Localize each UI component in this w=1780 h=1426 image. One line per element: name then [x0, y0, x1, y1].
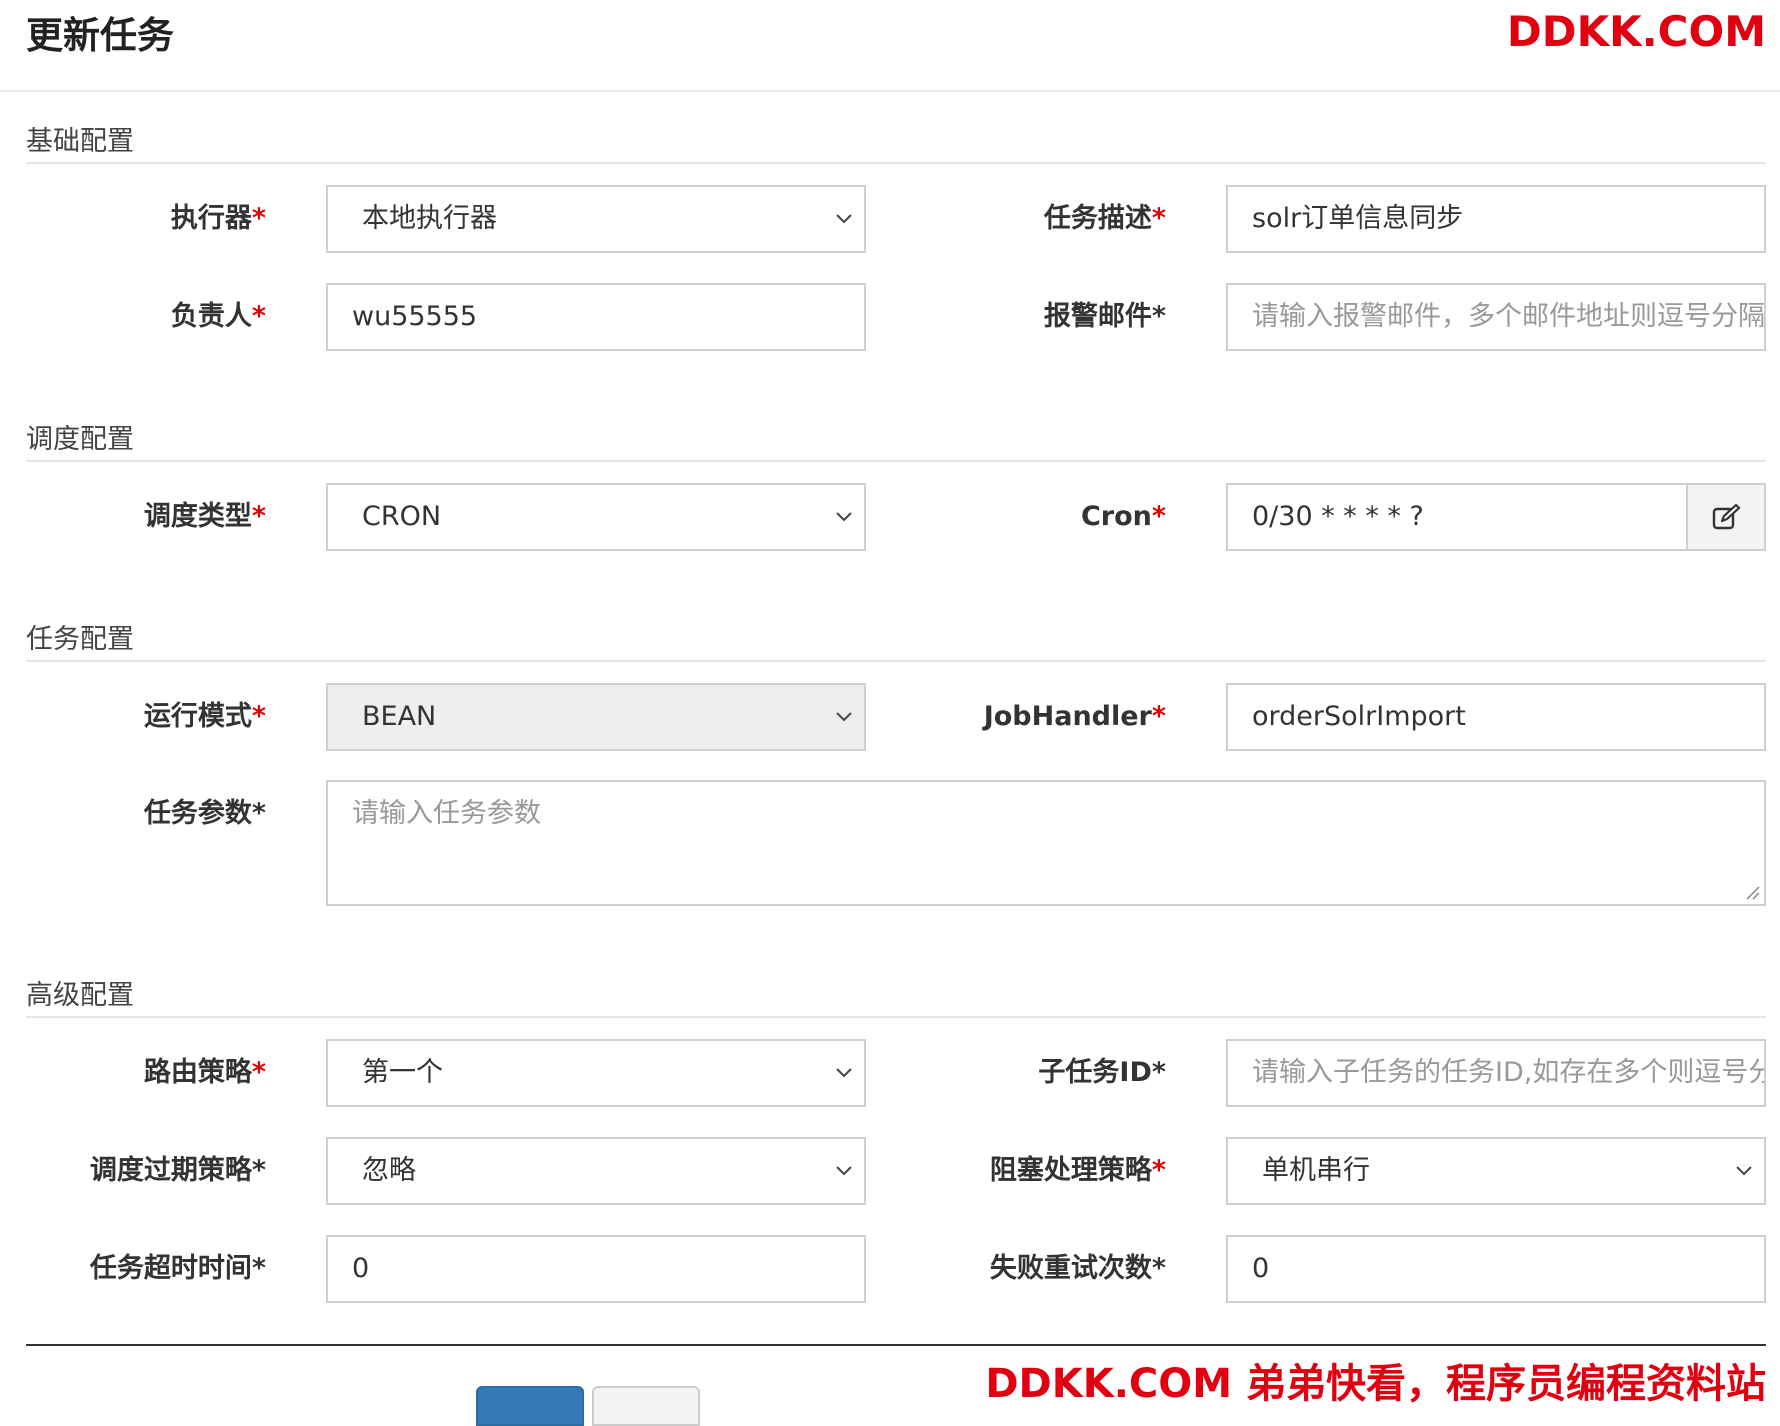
schedule-type-value: CRON: [362, 501, 442, 532]
chevron-down-icon: [836, 512, 852, 522]
fail-retry-label: 失败重试次数*: [989, 1253, 1166, 1284]
job-handler-label: JobHandler*: [983, 701, 1166, 732]
modal-title: 更新任务: [26, 14, 174, 57]
job-handler-input[interactable]: orderSolrImport: [1226, 683, 1766, 751]
pencil-square-icon: [1712, 503, 1741, 530]
job-desc-input[interactable]: solr订单信息同步: [1226, 185, 1766, 253]
job-param-textarea[interactable]: 请输入任务参数: [326, 780, 1766, 906]
block-strategy-select[interactable]: 单机串行: [1226, 1137, 1766, 1205]
job-desc-label: 任务描述*: [1043, 203, 1166, 234]
alarm-email-input[interactable]: 请输入报警邮件，多个邮件地址则逗号分隔: [1226, 283, 1766, 351]
footer-divider: [26, 1344, 1766, 1346]
misfire-strategy-value: 忽略: [362, 1155, 416, 1186]
chevron-down-icon: [836, 1068, 852, 1078]
fail-retry-input[interactable]: 0: [1226, 1235, 1766, 1303]
block-strategy-label: 阻塞处理策略*: [989, 1155, 1166, 1186]
resize-handle-icon[interactable]: [1744, 884, 1760, 900]
cron-edit-button[interactable]: [1686, 483, 1766, 551]
glue-type-select[interactable]: BEAN: [326, 683, 866, 751]
chevron-down-icon: [836, 214, 852, 224]
watermark-bottom: DDKK.COM 弟弟快看，程序员编程资料站: [985, 1361, 1766, 1407]
route-strategy-label: 路由策略*: [143, 1057, 266, 1088]
owner-input[interactable]: wu55555: [326, 283, 866, 351]
chevron-down-icon: [836, 1166, 852, 1176]
route-strategy-select[interactable]: 第一个: [326, 1039, 866, 1107]
executor-select[interactable]: 本地执行器: [326, 185, 866, 253]
job-param-placeholder: 请输入任务参数: [352, 798, 541, 829]
section-divider-task: [26, 660, 1766, 662]
section-divider-basic: [26, 162, 1766, 164]
executor-label: 执行器*: [170, 203, 266, 234]
save-button[interactable]: [476, 1386, 584, 1426]
cron-label: Cron*: [1080, 501, 1166, 532]
misfire-strategy-label: 调度过期策略*: [89, 1155, 266, 1186]
misfire-strategy-select[interactable]: 忽略: [326, 1137, 866, 1205]
block-strategy-value: 单机串行: [1262, 1155, 1370, 1186]
schedule-type-label: 调度类型*: [143, 501, 266, 532]
header-divider: [0, 90, 1780, 92]
cancel-button[interactable]: [592, 1386, 700, 1426]
glue-type-value: BEAN: [362, 701, 437, 732]
timeout-label: 任务超时时间*: [89, 1253, 266, 1284]
glue-type-label: 运行模式*: [143, 701, 266, 732]
schedule-type-select[interactable]: CRON: [326, 483, 866, 551]
section-title-advanced: 高级配置: [26, 980, 134, 1011]
chevron-down-icon: [1736, 1166, 1752, 1176]
section-divider-schedule: [26, 460, 1766, 462]
owner-label: 负责人*: [170, 301, 266, 332]
watermark-top: DDKK.COM: [1506, 7, 1766, 56]
section-title-task: 任务配置: [26, 624, 134, 655]
child-job-id-label: 子任务ID*: [1038, 1057, 1166, 1088]
child-job-id-input[interactable]: 请输入子任务的任务ID,如存在多个则逗号分隔: [1226, 1039, 1766, 1107]
job-param-label: 任务参数*: [143, 798, 266, 829]
section-divider-advanced: [26, 1016, 1766, 1018]
section-title-schedule: 调度配置: [26, 424, 134, 455]
alarm-email-label: 报警邮件*: [1043, 301, 1166, 332]
chevron-down-icon: [836, 712, 852, 722]
route-strategy-value: 第一个: [362, 1057, 443, 1088]
cron-input[interactable]: 0/30 * * * * ?: [1226, 483, 1688, 551]
executor-select-value: 本地执行器: [362, 203, 497, 234]
section-title-basic: 基础配置: [26, 126, 134, 157]
timeout-input[interactable]: 0: [326, 1235, 866, 1303]
